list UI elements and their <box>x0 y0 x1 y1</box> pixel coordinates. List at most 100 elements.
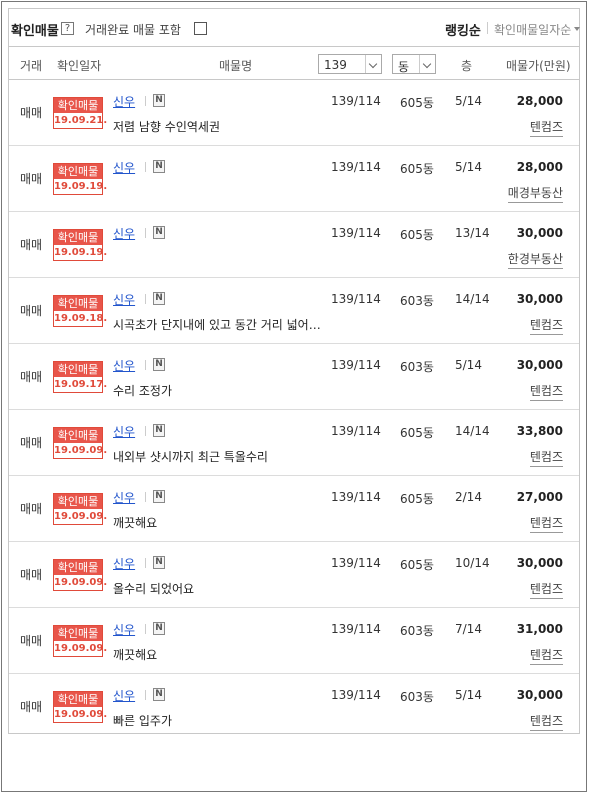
verified-date: 19.09.21. <box>54 113 102 128</box>
price-value: 27,000 <box>517 490 563 504</box>
agent-link[interactable]: 텐컴즈 <box>530 316 563 335</box>
listing-panel: 확인매물 ? 거래완료 매물 포함 랭킹순 확인매물일자순 거래 확인일자 매물… <box>8 8 580 734</box>
agent-link[interactable]: 텐컴즈 <box>530 448 563 467</box>
agent-link[interactable]: 한경부동산 <box>508 250 563 269</box>
area-value: 139/114 <box>331 358 381 372</box>
deal-type: 매매 <box>20 698 42 715</box>
dong-value: 605동 <box>400 160 434 177</box>
filter-bar: 확인매물 ? 거래완료 매물 포함 랭킹순 확인매물일자순 <box>9 9 579 47</box>
listing-name-link[interactable]: 신우 <box>113 93 135 110</box>
col-price: 매물가(만원) <box>506 57 571 74</box>
listing-name-link[interactable]: 신우 <box>113 489 135 506</box>
page-title: 확인매물 <box>11 20 59 39</box>
sort-divider <box>487 22 488 34</box>
dong-value: 605동 <box>400 556 434 573</box>
verified-badge-label: 확인매물 <box>54 560 102 575</box>
agent-link[interactable]: 텐컴즈 <box>530 382 563 401</box>
verified-date: 19.09.17. <box>54 377 102 392</box>
naver-icon[interactable]: N <box>153 490 165 503</box>
verified-badge-label: 확인매물 <box>54 164 102 179</box>
naver-icon[interactable]: N <box>153 358 165 371</box>
agent-link[interactable]: 텐컴즈 <box>530 646 563 665</box>
listing-name-link[interactable]: 신우 <box>113 291 135 308</box>
verified-badge: 확인매물 19.09.19. <box>53 163 103 195</box>
verified-date: 19.09.19. <box>54 179 102 194</box>
floor-value: 5/14 <box>455 94 482 108</box>
table-row[interactable]: 매매 확인매물 19.09.09. 신우 N 올수리 되었어요 139/114 … <box>9 542 579 608</box>
area-value: 139/114 <box>331 688 381 702</box>
area-select[interactable]: 139 <box>318 54 382 74</box>
table-row[interactable]: 매매 확인매물 19.09.21. 신우 N 저렴 남향 수인역세권 139/1… <box>9 80 579 146</box>
verified-date: 19.09.09. <box>54 509 102 524</box>
listing-name-link[interactable]: 신우 <box>113 555 135 572</box>
table-header: 거래 확인일자 매물명 139 동 층 매물가(만원) <box>9 48 579 80</box>
sort-date-dropdown[interactable]: 확인매물일자순 <box>494 21 571 38</box>
divider <box>145 96 146 106</box>
verified-badge-label: 확인매물 <box>54 626 102 641</box>
table-row[interactable]: 매매 확인매물 19.09.09. 신우 N 내외부 샷시까지 최근 특올수리 … <box>9 410 579 476</box>
dong-value: 605동 <box>400 94 434 111</box>
chevron-down-icon[interactable] <box>574 27 580 31</box>
table-row[interactable]: 매매 확인매물 19.09.09. 신우 N 깨끗해요 139/114 605동… <box>9 476 579 542</box>
listing-description: 시곡초가 단지내에 있고 동간 거리 넓어… <box>113 316 321 333</box>
naver-icon[interactable]: N <box>153 688 165 701</box>
table-row[interactable]: 매매 확인매물 19.09.17. 신우 N 수리 조정가 139/114 60… <box>9 344 579 410</box>
agent-link[interactable]: 텐컴즈 <box>530 118 563 137</box>
naver-icon[interactable]: N <box>153 622 165 635</box>
help-icon[interactable]: ? <box>61 22 74 35</box>
naver-icon[interactable]: N <box>153 556 165 569</box>
listing-name-link[interactable]: 신우 <box>113 423 135 440</box>
listing-name-link[interactable]: 신우 <box>113 225 135 242</box>
listing-name-link[interactable]: 신우 <box>113 357 135 374</box>
chevron-down-icon <box>419 55 435 73</box>
verified-badge: 확인매물 19.09.17. <box>53 361 103 393</box>
price-value: 30,000 <box>517 688 563 702</box>
table-row[interactable]: 매매 확인매물 19.09.18. 신우 N 시곡초가 단지내에 있고 동간 거… <box>9 278 579 344</box>
dong-value: 605동 <box>400 490 434 507</box>
verified-badge: 확인매물 19.09.09. <box>53 493 103 525</box>
divider <box>145 162 146 172</box>
verified-badge: 확인매물 19.09.21. <box>53 97 103 129</box>
area-value: 139/114 <box>331 490 381 504</box>
verified-badge: 확인매물 19.09.18. <box>53 295 103 327</box>
include-completed-label[interactable]: 거래완료 매물 포함 <box>85 21 181 38</box>
table-row[interactable]: 매매 확인매물 19.09.09. 신우 N 빠른 입주가 139/114 60… <box>9 674 579 740</box>
deal-type: 매매 <box>20 170 42 187</box>
agent-link[interactable]: 텐컴즈 <box>530 580 563 599</box>
dong-select[interactable]: 동 <box>392 54 436 74</box>
verified-badge-label: 확인매물 <box>54 98 102 113</box>
agent-link[interactable]: 텐컴즈 <box>530 712 563 731</box>
listing-description: 수리 조정가 <box>113 382 172 399</box>
listing-description: 깨끗해요 <box>113 514 157 531</box>
listing-name-link[interactable]: 신우 <box>113 621 135 638</box>
table-row[interactable]: 매매 확인매물 19.09.09. 신우 N 깨끗해요 139/114 603동… <box>9 608 579 674</box>
price-value: 33,800 <box>517 424 563 438</box>
naver-icon[interactable]: N <box>153 226 165 239</box>
floor-value: 14/14 <box>455 424 490 438</box>
listing-name-link[interactable]: 신우 <box>113 159 135 176</box>
naver-icon[interactable]: N <box>153 94 165 107</box>
naver-icon[interactable]: N <box>153 292 165 305</box>
area-value: 139/114 <box>331 622 381 636</box>
naver-icon[interactable]: N <box>153 424 165 437</box>
listing-name-link[interactable]: 신우 <box>113 687 135 704</box>
include-completed-checkbox[interactable] <box>194 22 207 35</box>
agent-link[interactable]: 매경부동산 <box>508 184 563 203</box>
floor-value: 7/14 <box>455 622 482 636</box>
verified-date: 19.09.09. <box>54 575 102 590</box>
area-select-value: 139 <box>324 58 347 72</box>
listing-description: 깨끗해요 <box>113 646 157 663</box>
dong-value: 603동 <box>400 688 434 705</box>
divider <box>145 294 146 304</box>
listing-description: 올수리 되었어요 <box>113 580 194 597</box>
agent-link[interactable]: 텐컴즈 <box>530 514 563 533</box>
sort-ranking-link[interactable]: 랭킹순 <box>445 20 481 39</box>
col-floor: 층 <box>461 57 472 74</box>
chevron-down-icon <box>365 55 381 73</box>
verified-badge: 확인매물 19.09.19. <box>53 229 103 261</box>
naver-icon[interactable]: N <box>153 160 165 173</box>
table-row[interactable]: 매매 확인매물 19.09.19. 신우 N 139/114 605동 5/14… <box>9 146 579 212</box>
verified-badge-label: 확인매물 <box>54 494 102 509</box>
table-row[interactable]: 매매 확인매물 19.09.19. 신우 N 139/114 605동 13/1… <box>9 212 579 278</box>
deal-type: 매매 <box>20 566 42 583</box>
